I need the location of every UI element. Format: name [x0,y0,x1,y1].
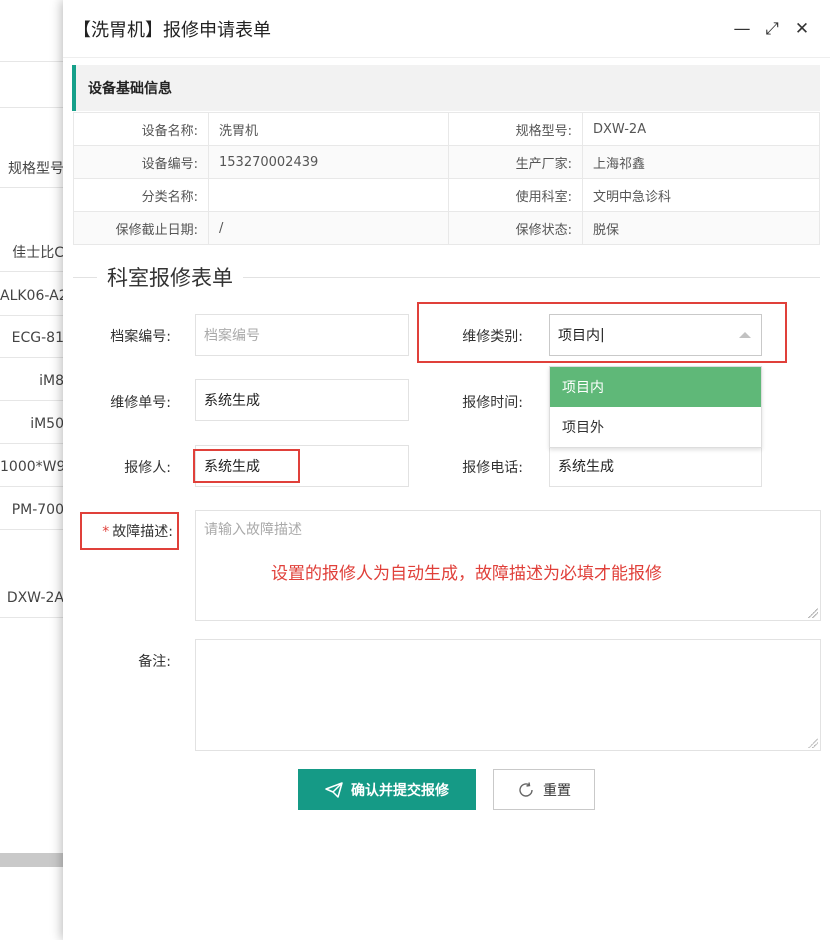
repair-type-label: 维修类别: [462,329,523,345]
bg-header-cell: 规格型号 [0,148,69,188]
table-row[interactable]: iM8 [0,361,69,401]
info-value: 文明中急诊科 [582,178,820,212]
bg-cell: iM50 [30,415,64,432]
info-label: 使用科室: [448,178,583,212]
table-row[interactable]: 1000*W90 [0,447,70,487]
repair-type-value: 项目内 [558,328,600,344]
section-title-basic-info: 设备基础信息 [72,65,820,111]
reporter-label: 报修人: [124,460,171,476]
info-label: 设备编号: [73,145,209,179]
info-row: 分类名称: 使用科室: 文明中急诊科 [73,178,820,212]
table-row[interactable]: 佳士比C [0,232,69,272]
repair-request-dialog: 【洗胃机】报修申请表单 — ⤢ ✕ 设备基础信息 设备名称: 洗胃机 规格型号:… [63,0,830,940]
annotation-text: 设置的报修人为自动生成，故障描述为必填才能报修 [271,564,662,584]
form-legend: 科室报修表单 [97,262,243,292]
table-row[interactable]: ECG-81 [0,318,69,358]
bg-cell: iM8 [39,372,64,389]
repair-type-select[interactable]: 项目内 | [549,314,762,356]
refresh-icon [519,781,533,797]
info-value: 上海祁鑫 [582,145,820,179]
fault-placeholder: 请输入故障描述 [204,522,302,538]
bg-cell: 佳士比C [12,244,64,261]
info-value: / [208,211,449,245]
bg-header-text: 规格型号 [8,160,64,177]
repair-no-label: 维修单号: [110,395,171,411]
device-info-table: 设备名称: 洗胃机 规格型号: DXW-2A 设备编号: 15327000243… [73,112,820,245]
submit-repair-button[interactable]: 确认并提交报修 [298,769,476,810]
phone-input[interactable]: 系统生成 [549,445,762,487]
table-row[interactable]: iM50 [0,404,69,444]
repair-time-label: 报修时间: [462,395,523,411]
info-label: 分类名称: [73,178,209,212]
bg-toolbar [0,0,69,62]
submit-label: 确认并提交报修 [351,782,449,799]
background-table: 规格型号 佳士比C ALK06-A2 ECG-81 iM8 iM50 1000*… [0,0,70,940]
resize-handle-icon[interactable] [808,608,818,618]
bg-cell: ECG-81 [11,329,64,346]
annotation-box-reporter [193,449,300,483]
info-label: 保修状态: [448,211,583,245]
dialog-header[interactable]: 【洗胃机】报修申请表单 — ⤢ ✕ [63,0,830,58]
table-row[interactable]: PM-700 [0,490,69,530]
repair-type-dropdown: 项目内 项目外 [549,366,762,448]
close-icon[interactable]: ✕ [788,19,816,39]
fault-label-text: 故障描述: [112,524,173,540]
info-row: 设备名称: 洗胃机 规格型号: DXW-2A [73,112,820,146]
reset-label: 重置 [543,782,571,799]
remark-label: 备注: [138,654,171,670]
fault-label: * 故障描述: [85,521,173,541]
repair-no-input[interactable]: 系统生成 [195,379,409,421]
bg-cell: DXW-2A [6,589,64,606]
table-row[interactable]: ALK06-A2 [0,276,69,316]
info-label: 生产厂家: [448,145,583,179]
phone-label: 报修电话: [462,460,523,476]
required-mark: * [102,524,110,540]
info-value: 洗胃机 [208,112,449,146]
option-out-project[interactable]: 项目外 [550,407,761,447]
remark-textarea[interactable] [195,639,821,751]
horizontal-scrollbar[interactable] [0,853,69,867]
info-label: 设备名称: [73,112,209,146]
warranty-status-value: 脱保 [582,211,820,245]
bg-cell: ALK06-A2 [0,287,68,304]
info-value: DXW-2A [582,112,820,146]
bg-spacer [0,62,69,108]
info-label: 保修截止日期: [73,211,209,245]
info-row: 设备编号: 153270002439 生产厂家: 上海祁鑫 [73,145,820,179]
maximize-icon[interactable]: ⤢ [758,19,786,39]
resize-handle-icon[interactable] [808,738,818,748]
info-value: 153270002439 [208,145,449,179]
send-icon [325,781,343,798]
reset-button[interactable]: 重置 [493,769,595,810]
archive-no-input[interactable]: 档案编号 [195,314,409,356]
chevron-up-icon [739,332,751,338]
bg-cell: PM-700 [11,501,64,518]
form-fieldset: 科室报修表单 [73,262,820,292]
bg-cell: 1000*W90 [0,458,70,475]
minimize-icon[interactable]: — [728,19,756,39]
info-value [208,178,449,212]
table-row[interactable]: DXW-2A [0,578,69,618]
info-label: 规格型号: [448,112,583,146]
info-row: 保修截止日期: / 保修状态: 脱保 [73,211,820,245]
archive-no-label: 档案编号: [110,329,171,345]
option-in-project[interactable]: 项目内 [550,367,761,407]
dialog-title: 【洗胃机】报修申请表单 [73,19,271,41]
